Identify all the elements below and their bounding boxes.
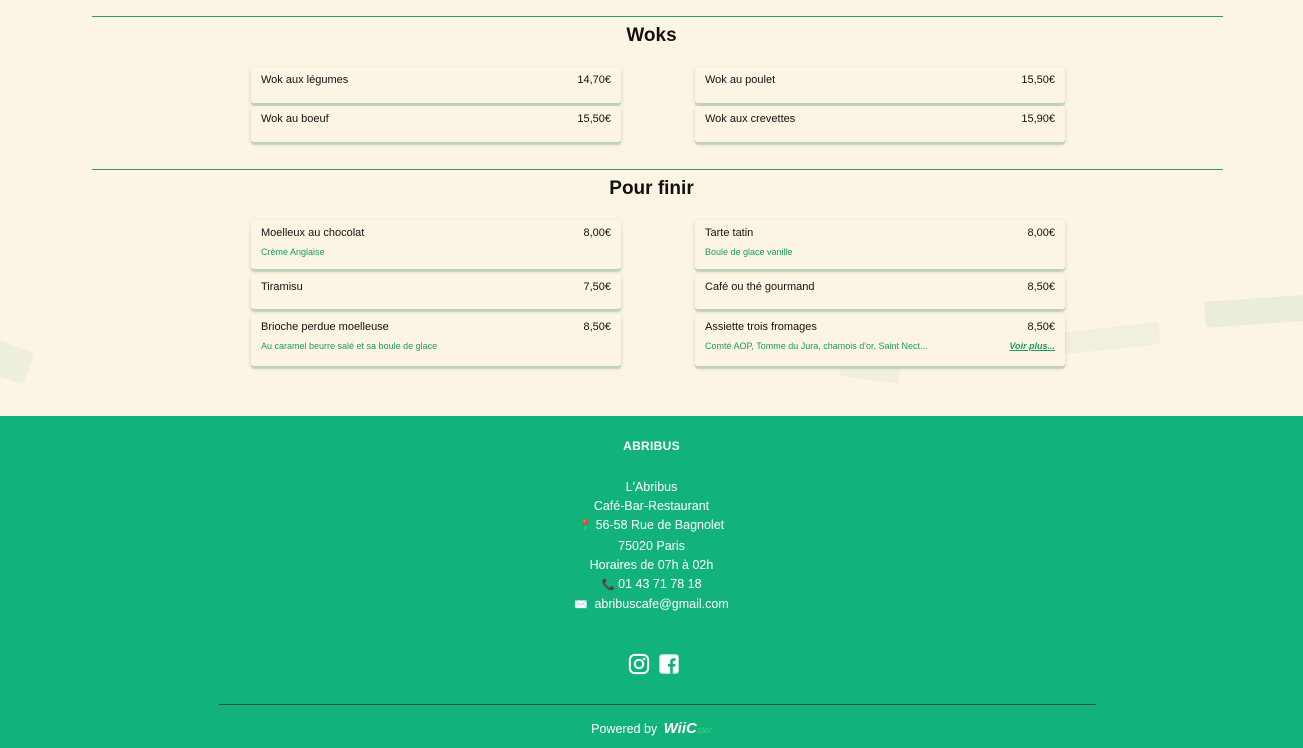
menu-item-name: Assiette trois fromages xyxy=(705,321,817,333)
menu-item-price: 8,50€ xyxy=(583,321,611,333)
restaurant-type: Café-Bar-Restaurant xyxy=(593,499,710,514)
menu-area: Woks Wok aux légumes 14,70€ Wok au poule… xyxy=(0,0,1303,416)
menu-item-name: Wok aux légumes xyxy=(261,74,349,86)
email-line[interactable]: ✉️ abribuscafe@gmail.com xyxy=(0,595,1303,615)
menu-item-price: 15,50€ xyxy=(577,113,611,125)
menu-item-price: 8,00€ xyxy=(583,227,611,239)
social-links xyxy=(628,653,680,675)
menu-item-card[interactable]: Moelleux au chocolat 8,00€ Crème Anglais… xyxy=(251,220,621,269)
menu-item-price: 15,50€ xyxy=(1021,74,1055,86)
city-line: 75020 Paris xyxy=(618,538,685,553)
address-text: 56-58 Rue de Bagnolet xyxy=(595,518,725,533)
section-divider xyxy=(92,16,1223,17)
menu-item-card[interactable]: Wok au boeuf 15,50€ xyxy=(251,106,621,142)
location-pin-icon: 📍 xyxy=(578,520,593,533)
menu-item-price: 8,50€ xyxy=(1027,281,1055,293)
menu-item-name: Wok aux crevettes xyxy=(705,113,796,125)
phone-line[interactable]: 📞 01 43 71 78 18 xyxy=(0,575,1303,595)
menu-item-name: Café ou thé gourmand xyxy=(705,281,815,293)
powered-by[interactable]: Powered by WiiCster xyxy=(0,720,1303,737)
menu-item-card[interactable]: Wok au poulet 15,50€ xyxy=(695,67,1065,103)
menu-item-name: Tarte tatin xyxy=(705,227,754,239)
address-line: 📍 56-58 Rue de Bagnolet xyxy=(0,516,1303,536)
restaurant-name: L'Abribus xyxy=(625,480,678,494)
menu-item-price: 14,70€ xyxy=(577,74,611,86)
menu-item-description: Au caramel beurre salé et sa boule de gl… xyxy=(261,341,438,351)
menu-item-card[interactable]: Tiramisu 7,50€ xyxy=(251,274,621,309)
menu-item-card[interactable]: Wok aux crevettes 15,90€ xyxy=(695,106,1065,142)
menu-item-price: 8,00€ xyxy=(1027,227,1055,239)
section-divider xyxy=(92,169,1223,170)
menu-item-description: Crème Anglaise xyxy=(261,247,325,257)
menu-item-price: 15,90€ xyxy=(1021,113,1055,125)
menu-item-card[interactable]: Brioche perdue moelleuse 8,50€ Au carame… xyxy=(251,314,621,366)
menu-item-name: Moelleux au chocolat xyxy=(261,227,365,239)
menu-item-price: 7,50€ xyxy=(583,281,611,293)
email-text: abribuscafe@gmail.com xyxy=(594,597,729,612)
phone-icon: 📞 xyxy=(601,579,616,592)
facebook-icon[interactable] xyxy=(658,653,680,675)
phone-text: 01 43 71 78 18 xyxy=(618,577,702,592)
menu-item-description: Comté AOP, Tomme du Jura, chamois d'or, … xyxy=(705,341,928,351)
footer-divider xyxy=(219,704,1096,705)
footer-brand: ABRIBUS xyxy=(623,439,680,453)
see-more-link[interactable]: Voir plus... xyxy=(1009,341,1055,351)
menu-item-name: Tiramisu xyxy=(261,281,303,293)
menu-item-description: Boule de glace vanille xyxy=(705,247,793,257)
wiicmenu-logo-sub: ster xyxy=(696,725,712,735)
powered-by-text: Powered by xyxy=(591,722,658,736)
hours-line: Horaires de 07h à 02h xyxy=(589,557,714,572)
decorative-shape xyxy=(0,339,35,385)
menu-item-card[interactable]: Assiette trois fromages 8,50€ Comté AOP,… xyxy=(695,314,1065,366)
wiicmenu-logo: WiiC xyxy=(663,720,697,737)
menu-item-price: 8,50€ xyxy=(1027,321,1055,333)
menu-item-card[interactable]: Tarte tatin 8,00€ Boule de glace vanille xyxy=(695,220,1065,269)
instagram-icon[interactable] xyxy=(628,653,650,675)
decorative-shape xyxy=(1204,294,1303,328)
menu-item-name: Brioche perdue moelleuse xyxy=(261,321,389,333)
section-title-pour-finir: Pour finir xyxy=(609,178,694,199)
section-title-woks: Woks xyxy=(626,25,677,46)
menu-item-name: Wok au poulet xyxy=(705,74,776,86)
envelope-icon: ✉️ xyxy=(574,599,588,612)
footer: ABRIBUS L'Abribus Café-Bar-Restaurant 📍 5… xyxy=(0,416,1303,748)
menu-item-card[interactable]: Café ou thé gourmand 8,50€ xyxy=(695,274,1065,309)
menu-item-name: Wok au boeuf xyxy=(261,113,329,125)
footer-contact-info: L'Abribus Café-Bar-Restaurant 📍 56-58 Rue… xyxy=(0,478,1303,615)
menu-item-card[interactable]: Wok aux légumes 14,70€ xyxy=(251,67,621,103)
